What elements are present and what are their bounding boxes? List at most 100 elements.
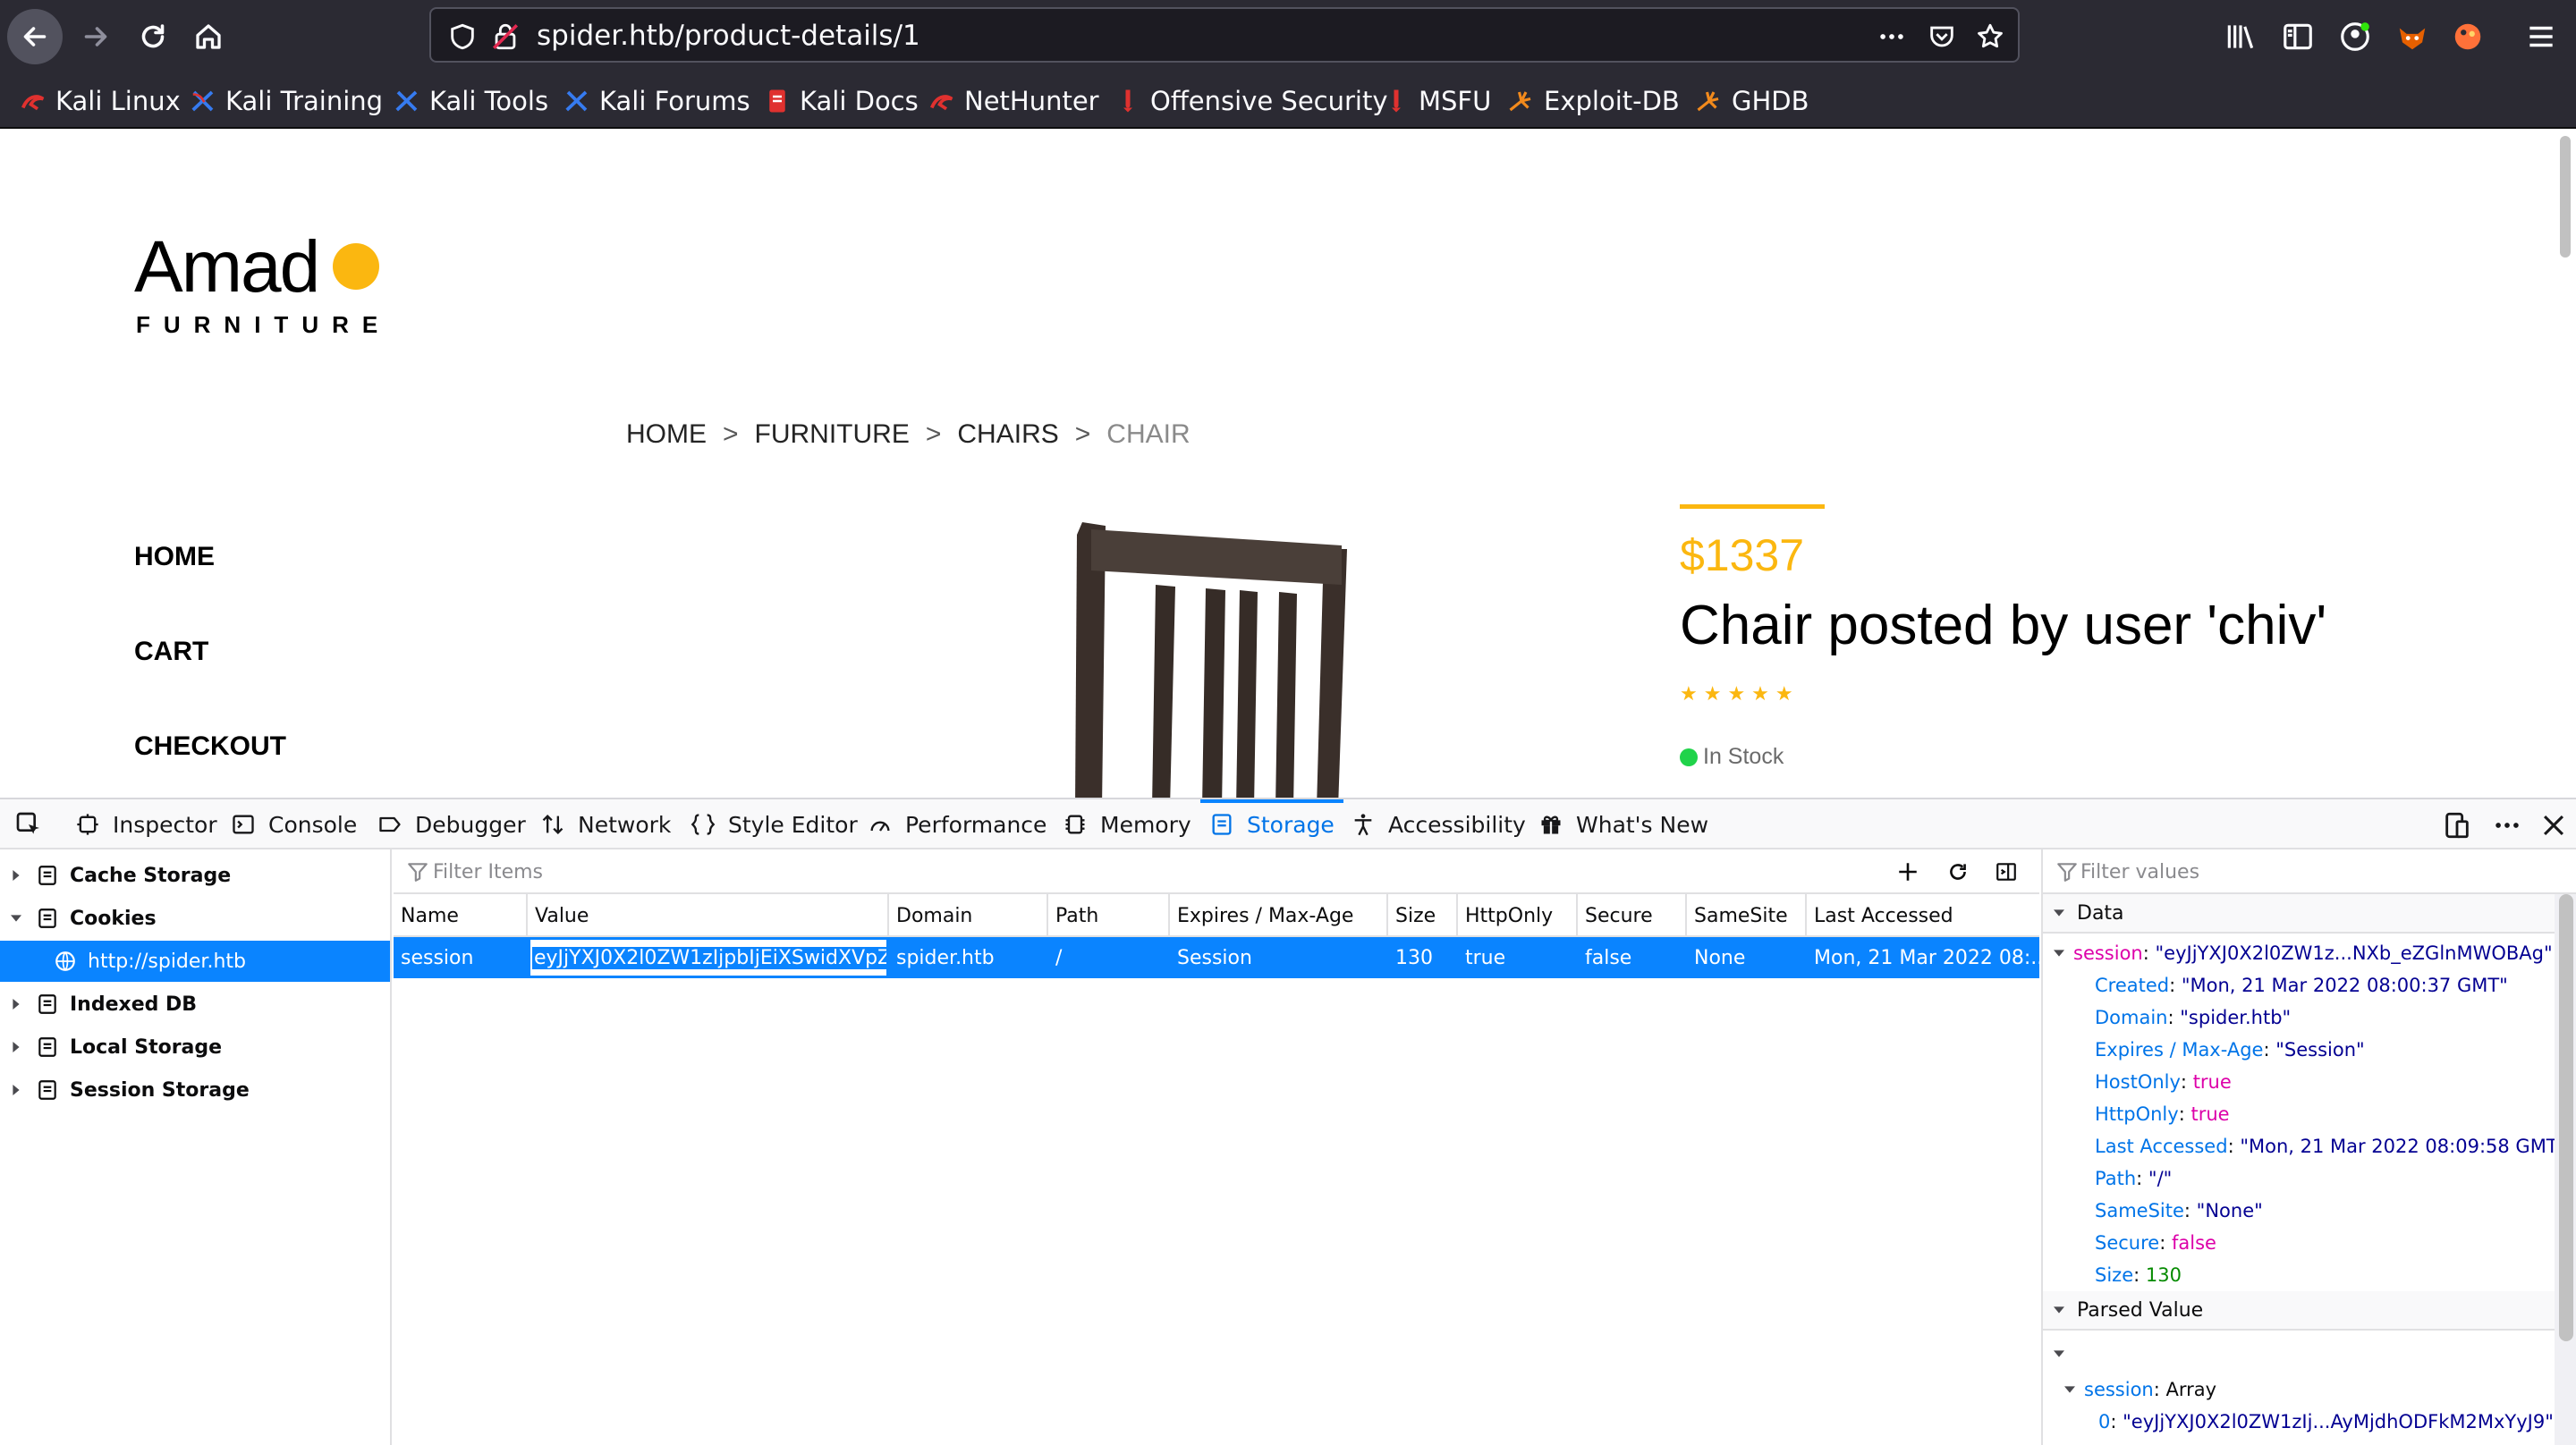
- cookie-property-row[interactable]: Last Accessed: "Mon, 21 Mar 2022 08:09:5…: [2095, 1130, 2566, 1162]
- cookie-property-row[interactable]: Secure: false: [2095, 1227, 2216, 1259]
- session-entry[interactable]: session: "eyJjYXJ0X2l0ZW1z...NXb_eZGlnMW…: [2054, 937, 2553, 969]
- collapse-arrow-icon[interactable]: [2054, 1305, 2064, 1315]
- bookmark-msfu[interactable]: MSFU: [1383, 83, 1491, 119]
- column-name[interactable]: Name: [394, 894, 528, 937]
- pocket-icon[interactable]: [1927, 21, 1957, 52]
- cell-name[interactable]: session: [394, 937, 528, 978]
- bookmark-star-icon[interactable]: [1975, 21, 2005, 52]
- column-httponly[interactable]: HttpOnly: [1458, 894, 1578, 937]
- table-row[interactable]: session eyJjYXJ0X2l0ZW1zIjpbIjEiXSwidXVp…: [394, 937, 2039, 978]
- bookmark-ghdb[interactable]: GHDB: [1696, 83, 1809, 119]
- refresh-icon[interactable]: [1946, 860, 1970, 883]
- data-section-header[interactable]: Data: [2043, 894, 2555, 934]
- insecure-lock-icon[interactable]: [490, 21, 521, 52]
- collapse-arrow-icon[interactable]: [2054, 1348, 2064, 1359]
- tab-style-editor[interactable]: Style Editor: [691, 799, 858, 849]
- column-samesite[interactable]: SameSite: [1687, 894, 1807, 937]
- cell-path[interactable]: /: [1048, 937, 1170, 978]
- extension-palette-icon[interactable]: [2451, 20, 2485, 54]
- filter-values-input[interactable]: [2080, 858, 2546, 886]
- bookmark-nethunter[interactable]: NetHunter: [928, 83, 1099, 119]
- cell-secure[interactable]: false: [1578, 937, 1687, 978]
- tracking-shield-icon[interactable]: [447, 21, 478, 52]
- tab-memory[interactable]: Memory: [1063, 799, 1191, 849]
- product-image-chair[interactable]: [1055, 522, 1377, 798]
- tab-accessibility[interactable]: Accessibility: [1351, 799, 1526, 849]
- collapse-arrow-icon[interactable]: [2064, 1384, 2075, 1395]
- tree-cache-storage[interactable]: Cache Storage: [0, 855, 390, 896]
- parsed-session-entry[interactable]: session: Array: [2064, 1373, 2216, 1406]
- cell-value-editor[interactable]: eyJjYXJ0X2l0ZW1zIjpbIjEiXSwidXVpZCI: [528, 937, 889, 978]
- element-picker-icon[interactable]: [14, 810, 43, 839]
- parsed-value-section-header[interactable]: Parsed Value: [2043, 1291, 2555, 1331]
- tab-network[interactable]: Network: [540, 799, 671, 849]
- expand-arrow-icon[interactable]: [11, 1085, 21, 1095]
- parsed-root-toggle[interactable]: [2054, 1338, 2064, 1370]
- home-button[interactable]: [181, 9, 236, 64]
- cookie-property-row[interactable]: HttpOnly: true: [2095, 1098, 2230, 1130]
- tree-local-storage[interactable]: Local Storage: [0, 1027, 390, 1068]
- cookie-property-row[interactable]: Domain: "spider.htb": [2095, 1001, 2291, 1034]
- bookmark-offensive-security[interactable]: Offensive Security: [1114, 83, 1388, 119]
- library-icon[interactable]: [2224, 20, 2258, 54]
- bookmark-kali-linux[interactable]: Kali Linux: [20, 83, 181, 119]
- forward-button[interactable]: [68, 9, 123, 64]
- responsive-design-icon[interactable]: [2442, 810, 2472, 841]
- back-button[interactable]: [7, 9, 63, 64]
- cell-size[interactable]: 130: [1388, 937, 1458, 978]
- nav-cart[interactable]: CART: [134, 637, 208, 667]
- column-last-accessed[interactable]: Last Accessed: [1807, 894, 2039, 937]
- page-scrollbar[interactable]: [2555, 129, 2576, 798]
- collapse-arrow-icon[interactable]: [2054, 948, 2064, 959]
- cell-samesite[interactable]: None: [1687, 937, 1807, 978]
- bookmark-kali-docs[interactable]: Kali Docs: [764, 83, 919, 119]
- account-icon[interactable]: [2338, 20, 2372, 54]
- bookmark-kali-training[interactable]: Kali Training: [190, 83, 383, 119]
- tree-cookies[interactable]: Cookies: [0, 898, 390, 939]
- toggle-sidebar-icon[interactable]: [1995, 860, 2018, 883]
- cookie-property-row[interactable]: Expires / Max-Age: "Session": [2095, 1034, 2365, 1066]
- cell-last-accessed[interactable]: Mon, 21 Mar 2022 08:...: [1807, 937, 2039, 978]
- expand-arrow-icon[interactable]: [11, 999, 21, 1010]
- devtools-options-icon[interactable]: [2492, 810, 2522, 841]
- column-value[interactable]: Value: [528, 894, 889, 937]
- url-text[interactable]: spider.htb/product-details/1: [537, 20, 920, 52]
- bookmark-kali-forums[interactable]: Kali Forums: [564, 83, 750, 119]
- scrollbar-thumb[interactable]: [2560, 136, 2571, 258]
- sidebar-icon[interactable]: [2281, 20, 2315, 54]
- scrollbar-thumb[interactable]: [2559, 894, 2573, 1341]
- cell-domain[interactable]: spider.htb: [889, 937, 1048, 978]
- tab-whats-new[interactable]: What's New: [1538, 799, 1708, 849]
- extension-fox-icon[interactable]: [2395, 20, 2429, 54]
- column-domain[interactable]: Domain: [889, 894, 1048, 937]
- tree-session-storage[interactable]: Session Storage: [0, 1069, 390, 1111]
- cookie-property-row[interactable]: HostOnly: true: [2095, 1066, 2232, 1098]
- tree-indexed-db[interactable]: Indexed DB: [0, 984, 390, 1025]
- nav-home[interactable]: HOME: [134, 542, 215, 572]
- tab-inspector[interactable]: Inspector: [75, 799, 217, 849]
- tab-storage[interactable]: Storage: [1200, 799, 1343, 849]
- filter-items-input[interactable]: [433, 858, 1864, 886]
- tab-console[interactable]: Console: [231, 799, 357, 849]
- cell-expires[interactable]: Session: [1170, 937, 1388, 978]
- tab-debugger[interactable]: Debugger: [377, 799, 526, 849]
- close-devtools-icon[interactable]: [2538, 810, 2569, 841]
- cookie-property-row[interactable]: Created: "Mon, 21 Mar 2022 08:00:37 GMT": [2095, 969, 2508, 1001]
- tab-performance[interactable]: Performance: [868, 799, 1046, 849]
- column-expires[interactable]: Expires / Max-Age: [1170, 894, 1388, 937]
- collapse-arrow-icon[interactable]: [11, 913, 21, 924]
- breadcrumb-furniture[interactable]: FURNITURE: [755, 419, 910, 450]
- url-bar[interactable]: spider.htb/product-details/1: [429, 7, 2020, 63]
- column-size[interactable]: Size: [1388, 894, 1458, 937]
- add-item-icon[interactable]: [1896, 860, 1919, 883]
- hamburger-menu-icon[interactable]: [2524, 20, 2558, 54]
- tree-cookie-origin[interactable]: http://spider.htb: [0, 941, 390, 982]
- cell-value-text[interactable]: eyJjYXJ0X2l0ZW1zIjpbIjEiXSwidXVpZCI: [532, 946, 886, 969]
- breadcrumb-home[interactable]: HOME: [626, 419, 707, 450]
- expand-arrow-icon[interactable]: [11, 1042, 21, 1052]
- nav-checkout[interactable]: CHECKOUT: [134, 731, 286, 762]
- expand-arrow-icon[interactable]: [11, 870, 21, 881]
- bookmark-exploit-db[interactable]: Exploit-DB: [1508, 83, 1680, 119]
- column-secure[interactable]: Secure: [1578, 894, 1687, 937]
- cell-httponly[interactable]: true: [1458, 937, 1578, 978]
